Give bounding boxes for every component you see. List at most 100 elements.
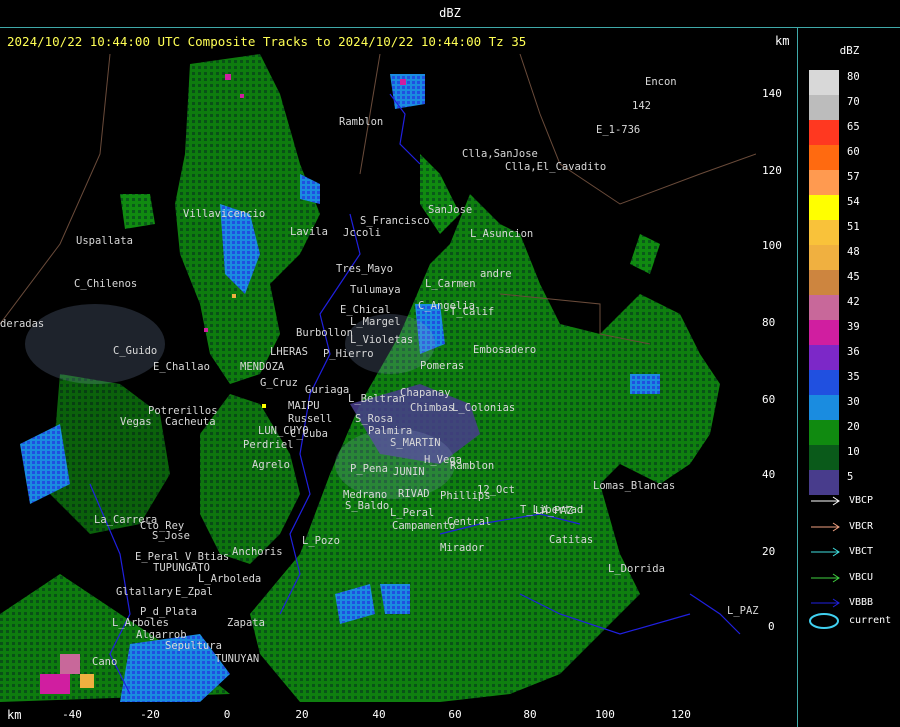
place-label: L_Margel xyxy=(350,316,401,328)
legend-swatch xyxy=(809,295,839,320)
legend-swatch-label: 54 xyxy=(847,196,860,208)
place-label: Lomas_Blancas xyxy=(593,480,676,492)
place-label: C_Cuba xyxy=(290,428,328,440)
legend-swatch xyxy=(809,420,839,445)
place-label: Vegas xyxy=(120,416,152,428)
place-label: S_MARTIN xyxy=(390,437,441,449)
window-title: dBZ xyxy=(439,6,461,20)
radar-map[interactable] xyxy=(0,54,756,702)
place-label: 142 xyxy=(632,100,651,112)
place-label: Lavila xyxy=(290,226,328,238)
place-label: Gltallary xyxy=(116,586,173,598)
place-label: Embosadero xyxy=(473,344,537,356)
place-label: Burbollon xyxy=(296,327,353,339)
place-label: Agrelo xyxy=(252,459,290,471)
place-label: SanJose xyxy=(428,204,473,216)
dbz-legend: dBZ 80 70 65 60 57 54 51 48 45 42 39 36 35 30 20 10 5 VB… xyxy=(799,28,900,727)
y-tick-label: 140 xyxy=(762,87,782,100)
place-label: Ramblon xyxy=(339,116,384,128)
place-label: Uspallata xyxy=(76,235,133,247)
legend-swatch-label: 10 xyxy=(847,446,860,458)
legend-swatch xyxy=(809,445,839,470)
place-label: L_PAZ xyxy=(727,605,759,617)
place-label: TUNUYAN xyxy=(215,653,260,665)
place-label: C_Guido xyxy=(113,345,158,357)
place-label: L_Dorrida xyxy=(608,563,665,575)
place-label: Jccoli xyxy=(343,227,381,239)
y-tick-label: 60 xyxy=(762,393,776,406)
place-label: Mirador xyxy=(440,542,485,554)
place-label: Anchoris xyxy=(232,546,283,558)
place-label: P_Pena xyxy=(350,463,388,475)
legend-swatch xyxy=(809,70,839,95)
track-arrow-icon xyxy=(811,496,840,506)
y-tick-label: 0 xyxy=(768,620,775,633)
place-label: Encon xyxy=(645,76,677,88)
place-label: L_Beltran xyxy=(348,393,405,405)
legend-swatch xyxy=(809,370,839,395)
place-label: L_Arboleda xyxy=(198,573,262,585)
y-tick-label: 20 xyxy=(762,545,776,558)
place-label: Russell xyxy=(288,413,333,425)
place-label: Palmira xyxy=(368,425,413,437)
place-label: Guriaga xyxy=(305,384,350,396)
title-bar: dBZ xyxy=(0,0,900,28)
legend-swatch-label: 20 xyxy=(847,421,860,433)
x-tick-label: -40 xyxy=(62,708,82,721)
track-arrow-icon xyxy=(811,522,840,531)
place-label: andre xyxy=(480,268,512,280)
track-arrow-icon xyxy=(811,573,840,582)
legend-track-label: VBCP xyxy=(849,495,874,506)
place-label: G_Cruz xyxy=(260,377,298,389)
place-label: Chapanay xyxy=(400,387,451,399)
place-label: Clla,SanJose xyxy=(462,148,538,160)
legend-track-label: VBCU xyxy=(849,571,874,583)
track-arrow-icon xyxy=(811,598,840,608)
legend-current-label: current xyxy=(849,615,892,626)
place-label: Cacheuta xyxy=(165,416,216,428)
legend-title: dBZ xyxy=(839,44,860,57)
place-label: L_Colonias xyxy=(452,402,516,414)
place-label: S_Francisco xyxy=(360,215,430,227)
place-label: E_Challao xyxy=(153,361,210,373)
x-tick-label: -20 xyxy=(140,708,160,721)
place-label: T_Calif xyxy=(450,306,495,318)
place-label: S_Baldo xyxy=(345,500,390,512)
place-label: Cano xyxy=(92,656,118,668)
place-label: L_Carmen xyxy=(425,278,476,290)
legend-swatch xyxy=(809,245,839,270)
legend-swatch xyxy=(809,170,839,195)
x-tick-label: 80 xyxy=(523,708,537,721)
legend-swatch xyxy=(809,345,839,370)
place-label: Tres_Mayo xyxy=(336,263,393,275)
place-label: Zapata xyxy=(227,617,265,629)
x-tick-label: 0 xyxy=(223,708,231,721)
place-label: Pomeras xyxy=(420,360,465,372)
place-label: L_Peral xyxy=(390,507,435,519)
place-label: LA_PAZ xyxy=(535,505,573,517)
place-label: L_Asuncion xyxy=(470,228,534,240)
legend-swatch xyxy=(809,270,839,295)
legend-swatch-label: 45 xyxy=(847,271,860,283)
y-tick-label: 100 xyxy=(762,239,782,252)
composite-header: 2024/10/22 10:44:00 UTC Composite Tracks… xyxy=(7,34,527,49)
place-label: JUNIN xyxy=(393,466,425,478)
x-tick-label: 20 xyxy=(295,708,309,721)
x-tick-label: 40 xyxy=(372,708,386,721)
place-label: RIVAD xyxy=(398,488,430,500)
legend-track-label: VBBB xyxy=(849,597,874,608)
place-label: Central xyxy=(447,516,492,528)
place-label: Ramblon xyxy=(450,460,495,472)
place-label: L_Pozo xyxy=(302,535,340,547)
place-label: Clla,El_Cavadito xyxy=(505,161,607,173)
track-arrow-icon xyxy=(811,547,840,557)
place-label: Sepultura xyxy=(165,640,222,652)
place-label: L_Violetas xyxy=(350,334,414,346)
legend-swatch-label: 30 xyxy=(847,396,860,408)
legend-swatch-label: 60 xyxy=(847,146,860,158)
current-marker-icon xyxy=(809,613,839,629)
place-label: Phillips xyxy=(440,490,491,502)
place-label: MAIPU xyxy=(288,400,320,412)
place-label: S_Rosa xyxy=(355,413,393,425)
place-label: Chimbas xyxy=(410,402,455,414)
